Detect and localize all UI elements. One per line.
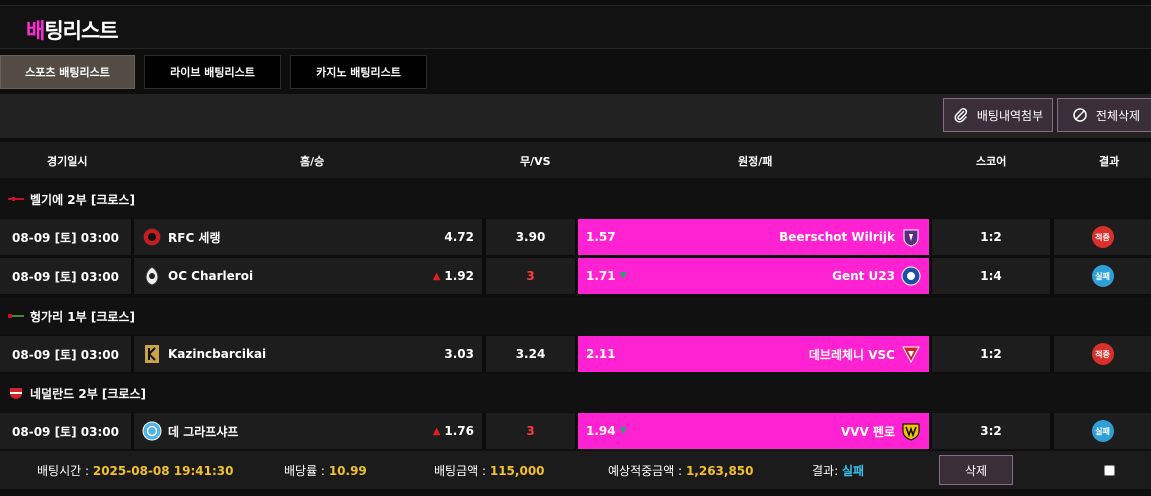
delete-all-button[interactable]: 전체삭제 bbox=[1057, 98, 1151, 132]
home-odds-cell[interactable]: 데 그라프샤프 ▲ 1.76 bbox=[134, 413, 482, 449]
draw-odds-cell[interactable]: 3 bbox=[486, 413, 575, 449]
de-graafschap-logo-icon bbox=[142, 421, 162, 441]
bet-summary: 배팅시간 : 2025-08-08 19:41:30 배당률 : 10.99 배… bbox=[0, 451, 1151, 489]
home-odds-cell[interactable]: Kazincbarcikai 3.03 bbox=[134, 336, 482, 372]
tab-live-betting[interactable]: 라이브 배팅리스트 bbox=[144, 55, 281, 89]
charleroi-logo-icon bbox=[145, 266, 159, 286]
table-row: 08-09 [토] 03:00 Kazincbarcikai 3.03 3.24… bbox=[0, 336, 1151, 372]
away-odds-cell[interactable]: 2.11 데브레체니 VSC bbox=[578, 336, 929, 372]
netherlands-league-icon bbox=[10, 388, 22, 399]
bet-result: 실패 bbox=[841, 464, 865, 478]
attach-history-button[interactable]: 배팅내역첨부 bbox=[943, 98, 1053, 132]
league-header: 벨기에 2부 [크로스] bbox=[0, 180, 1151, 218]
total-odds: 10.99 bbox=[328, 464, 367, 478]
debrecen-logo-icon bbox=[902, 346, 920, 364]
draw-odds-cell[interactable]: 3.90 bbox=[486, 219, 575, 255]
ban-icon bbox=[1073, 108, 1087, 122]
away-odds-cell[interactable]: 1.94 ▼ VVV 펜로 bbox=[578, 413, 929, 449]
away-odds-cell[interactable]: 1.71 ▼ Gent U23 bbox=[578, 258, 929, 294]
col-score: 스코어 bbox=[976, 155, 1007, 168]
toolbar: 배팅내역첨부 전체삭제 bbox=[0, 94, 1151, 138]
table-row: 08-09 [토] 03:00 RFC 세랭 4.72 3.90 1.57 Be… bbox=[0, 219, 1151, 255]
status-badge: 적중 bbox=[1091, 226, 1114, 248]
draw-odds-cell[interactable]: 3 bbox=[486, 258, 575, 294]
odds-up-icon: ▲ bbox=[432, 270, 441, 282]
odds-down-icon: ▼ bbox=[619, 426, 627, 436]
league-header: 헝가리 1부 [크로스] bbox=[0, 297, 1151, 335]
home-odds-cell[interactable]: RFC 세랭 4.72 bbox=[134, 219, 482, 255]
away-odds-cell[interactable]: 1.57 Beerschot Wilrijk bbox=[578, 219, 929, 255]
vvv-venlo-logo-icon bbox=[902, 423, 920, 441]
tab-sports-betting[interactable]: 스포츠 배팅리스트 bbox=[0, 55, 135, 89]
beerschot-logo-icon bbox=[903, 229, 919, 247]
league-header: 네덜란드 2부 [크로스] bbox=[0, 374, 1151, 412]
col-away: 원정/패 bbox=[738, 155, 773, 168]
status-badge: 실패 bbox=[1091, 265, 1114, 287]
bet-amount: 115,000 bbox=[489, 464, 545, 478]
col-result: 결과 bbox=[1099, 155, 1120, 168]
col-draw: 무/VS bbox=[520, 155, 551, 168]
paperclip-icon bbox=[954, 108, 967, 123]
col-home: 홈/승 bbox=[300, 155, 325, 168]
gent-logo-icon bbox=[901, 266, 921, 286]
table-row: 08-09 [토] 03:00 OC Charleroi ▲ 1.92 3 1.7… bbox=[0, 258, 1151, 294]
title-bar: 배팅리스트 bbox=[0, 5, 1151, 49]
home-odds-cell[interactable]: OC Charleroi ▲ 1.92 bbox=[134, 258, 482, 294]
page-title: 배팅리스트 bbox=[26, 19, 119, 43]
hungary-flag-icon bbox=[8, 314, 24, 318]
table-header: 경기일시 홈/승 무/VS 원정/패 스코어 결과 bbox=[0, 142, 1151, 178]
status-badge: 실패 bbox=[1091, 420, 1114, 442]
tab-casino-betting[interactable]: 카지노 배팅리스트 bbox=[290, 55, 427, 89]
table-row: 08-09 [토] 03:00 데 그라프샤프 ▲ 1.76 3 1.94 ▼ V… bbox=[0, 413, 1151, 449]
delete-button[interactable]: 삭제 bbox=[939, 455, 1013, 485]
col-date: 경기일시 bbox=[47, 155, 88, 168]
kazincbarcikai-logo-icon bbox=[145, 345, 159, 363]
odds-down-icon: ▼ bbox=[619, 271, 627, 281]
bet-time: 2025-08-08 19:41:30 bbox=[92, 464, 234, 478]
odds-up-icon: ▲ bbox=[432, 425, 441, 437]
belgium-flag-icon bbox=[8, 197, 24, 201]
rfc-seraing-logo-icon bbox=[142, 227, 162, 247]
select-checkbox[interactable] bbox=[1104, 465, 1115, 476]
draw-odds-cell[interactable]: 3.24 bbox=[486, 336, 575, 372]
status-badge: 적중 bbox=[1091, 343, 1114, 365]
expected-win-amount: 1,263,850 bbox=[685, 464, 754, 478]
